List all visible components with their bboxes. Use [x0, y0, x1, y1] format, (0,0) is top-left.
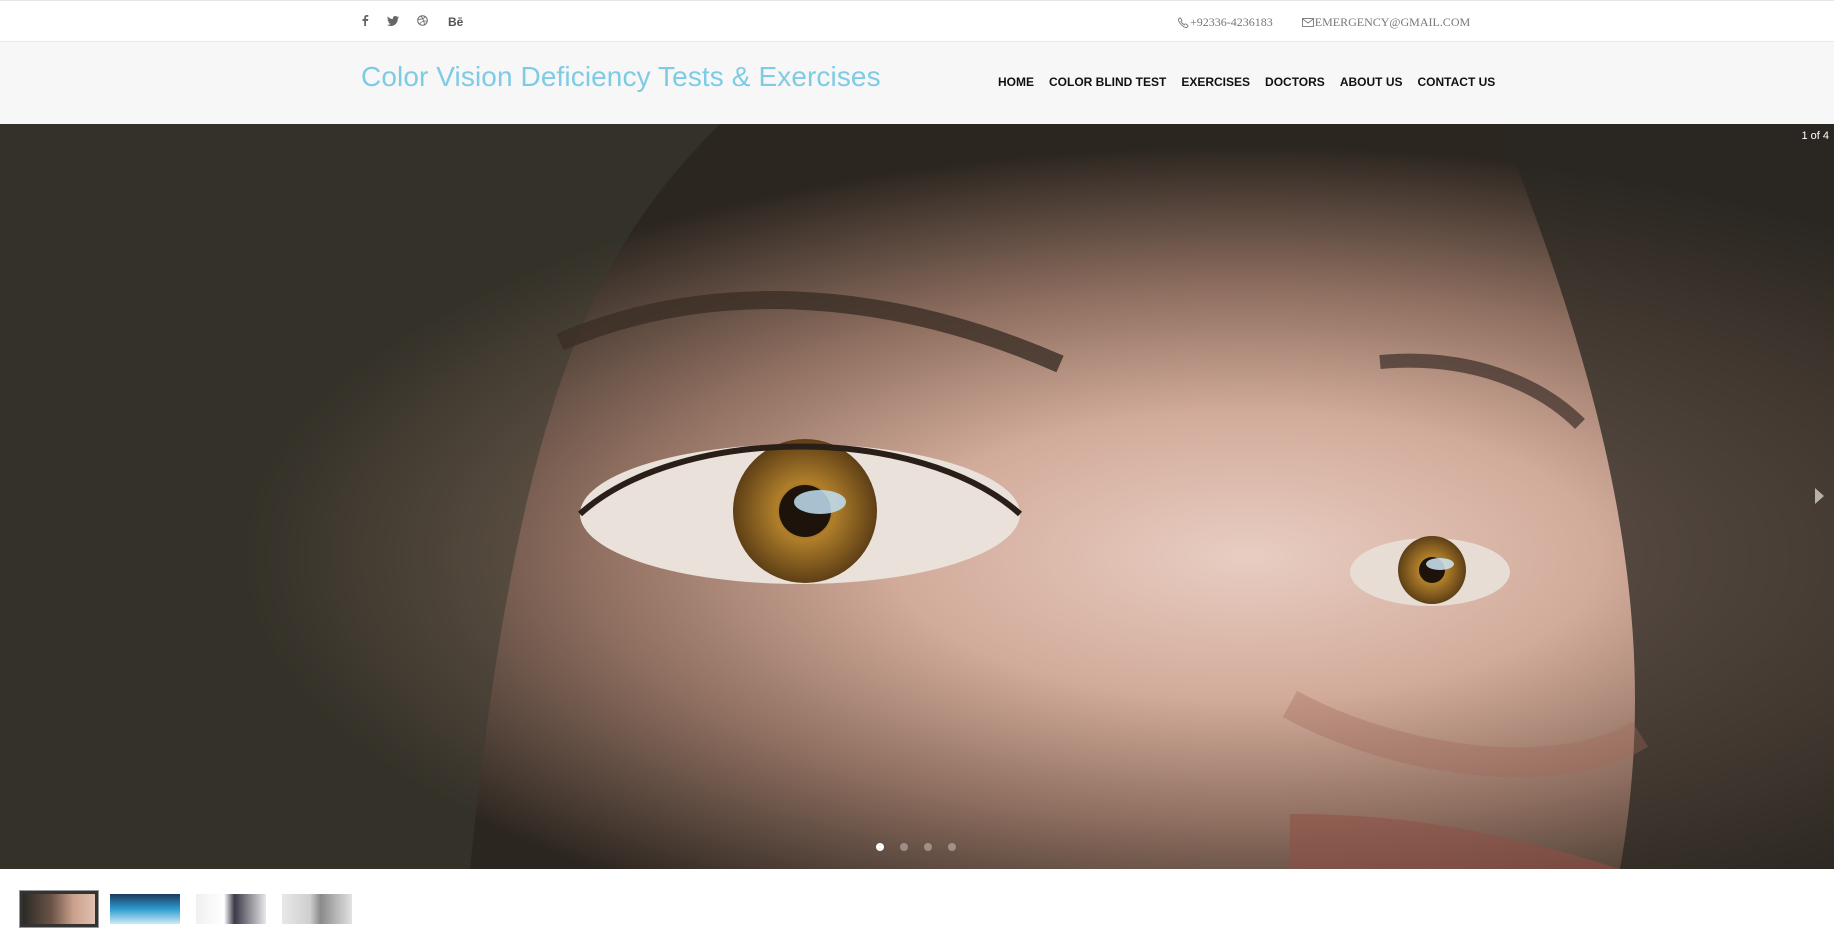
- nav-doctors[interactable]: DOCTORS: [1265, 75, 1325, 89]
- dribbble-icon[interactable]: [417, 14, 428, 30]
- mail-icon: [1301, 18, 1314, 27]
- hero-image: [0, 124, 1834, 869]
- email-address: EMERGENCY@GMAIL.COM: [1314, 15, 1471, 29]
- site-logo[interactable]: Color Vision Deficiency Tests & Exercise…: [361, 61, 881, 93]
- slide-dot-1[interactable]: [876, 843, 884, 851]
- nav-contact-us[interactable]: CONTACT US: [1418, 75, 1496, 89]
- email-contact[interactable]: EMERGENCY@GMAIL.COM: [1301, 15, 1471, 30]
- social-links: Bē: [361, 14, 481, 30]
- slide-dot-4[interactable]: [948, 843, 956, 851]
- nav-exercises[interactable]: EXERCISES: [1181, 75, 1250, 89]
- main-nav: HOME COLOR BLIND TEST EXERCISES DOCTORS …: [998, 75, 1510, 89]
- phone-contact[interactable]: +92336-4236183: [1178, 15, 1273, 30]
- slider-dots: [876, 843, 972, 851]
- facebook-icon[interactable]: [361, 14, 369, 30]
- site-header: Color Vision Deficiency Tests & Exercise…: [0, 42, 1834, 124]
- thumbnail-4[interactable]: [282, 894, 352, 924]
- hero-slider[interactable]: 1 of 4: [0, 124, 1834, 869]
- slide-counter: 1 of 4: [1801, 130, 1829, 142]
- top-bar: Bē +92336-4236183 EMERGENCY@GMAIL.COM: [0, 0, 1834, 42]
- phone-icon: [1178, 17, 1189, 28]
- slide-dot-3[interactable]: [924, 843, 932, 851]
- thumbnail-1[interactable]: [19, 890, 99, 928]
- twitter-icon[interactable]: [387, 14, 399, 30]
- nav-about-us[interactable]: ABOUT US: [1340, 75, 1403, 89]
- behance-icon[interactable]: Bē: [448, 14, 463, 30]
- thumbnail-strip: [19, 890, 368, 928]
- nav-home[interactable]: HOME: [998, 75, 1034, 89]
- nav-color-blind-test[interactable]: COLOR BLIND TEST: [1049, 75, 1166, 89]
- phone-number: +92336-4236183: [1190, 15, 1273, 29]
- thumbnail-3[interactable]: [196, 894, 266, 924]
- thumbnail-2[interactable]: [110, 894, 180, 924]
- slide-dot-2[interactable]: [900, 843, 908, 851]
- contact-info: +92336-4236183 EMERGENCY@GMAIL.COM: [1178, 15, 1499, 30]
- next-arrow-icon[interactable]: [1815, 488, 1824, 504]
